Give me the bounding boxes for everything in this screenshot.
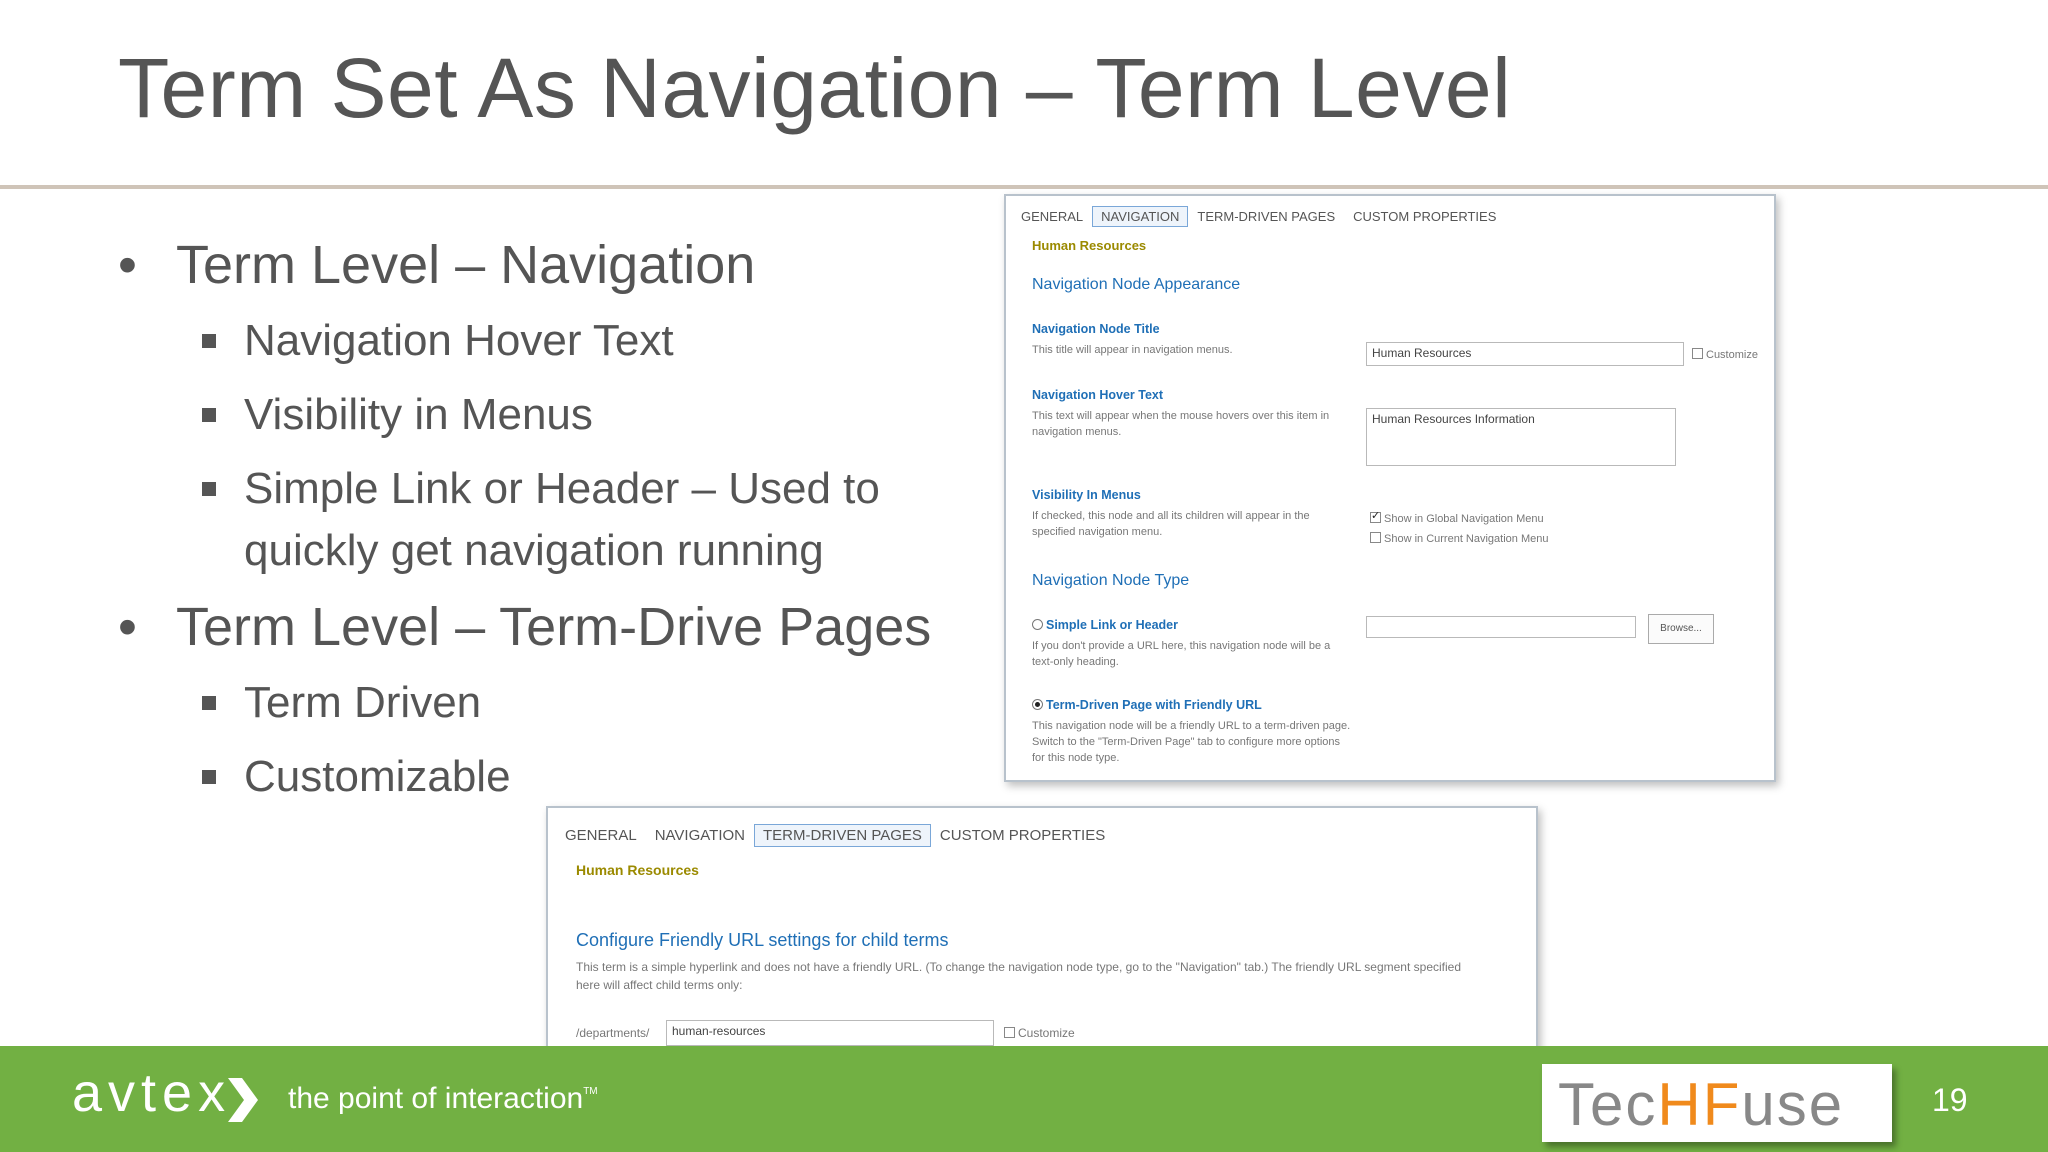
field-label: Navigation Hover Text <box>1032 388 1164 402</box>
bullet-level2: Visibility in Menus <box>202 384 938 446</box>
slide-title: Term Set As Navigation – Term Level <box>118 41 1512 135</box>
tab-general[interactable]: GENERAL <box>556 824 646 847</box>
radio-icon <box>1032 619 1043 630</box>
checkbox-icon <box>1692 348 1703 359</box>
section-heading: Navigation Node Type <box>1032 572 1190 589</box>
hover-text-input[interactable]: Human Resources Information <box>1366 408 1676 466</box>
field-label: Navigation Node Title <box>1032 322 1160 336</box>
page-number: 19 <box>1932 1082 1968 1118</box>
bullet-level2: Customizable <box>202 746 938 808</box>
field-description: If you don't provide a URL here, this na… <box>1032 640 1331 668</box>
square-bullet-icon <box>202 482 216 496</box>
term-driven-radio[interactable]: Term-Driven Page with Friendly URL <box>1032 698 1262 712</box>
avtex-logo: avtex <box>72 1063 232 1123</box>
show-current-nav-checkbox[interactable]: Show in Current Navigation Menu <box>1370 532 1548 545</box>
square-bullet-icon <box>202 770 216 784</box>
field-label: Visibility In Menus <box>1032 488 1141 502</box>
friendly-url-input[interactable]: human-resources <box>666 1020 994 1046</box>
footer-bar: avtex the point of interactionTM TecHFus… <box>0 1046 2048 1152</box>
techfuse-logo: TecHFuse <box>1542 1064 1892 1142</box>
tagline: the point of interactionTM <box>288 1082 598 1115</box>
field-description: This navigation node will be a friendly … <box>1032 720 1351 764</box>
section-heading: Navigation Node Appearance <box>1032 276 1241 293</box>
bullet-list: Term Level – Navigation Navigation Hover… <box>118 232 938 820</box>
chevron-right-icon <box>228 1078 258 1122</box>
url-prefix: /departments/ <box>576 1026 650 1040</box>
tab-general[interactable]: GENERAL <box>1012 206 1092 227</box>
customize-checkbox[interactable]: Customize <box>1004 1026 1075 1040</box>
bullet-level1: Term Level – Navigation <box>118 232 938 298</box>
tab-bar: GENERAL NAVIGATION TERM-DRIVEN PAGES CUS… <box>1012 206 1505 227</box>
field-description: If checked, this node and all its childr… <box>1032 510 1310 538</box>
section-heading: Configure Friendly URL settings for chil… <box>576 930 949 950</box>
square-bullet-icon <box>202 408 216 422</box>
checkbox-checked-icon <box>1370 509 1381 523</box>
simple-link-radio[interactable]: Simple Link or Header <box>1032 618 1178 632</box>
term-driven-pages-panel: GENERAL NAVIGATION TERM-DRIVEN PAGES CUS… <box>546 806 1538 1076</box>
section-description: This term is a simple hyperlink and does… <box>576 960 1462 992</box>
tab-term-driven-pages[interactable]: TERM-DRIVEN PAGES <box>754 824 931 847</box>
bullet-level2: Simple Link or Header – Used to quickly … <box>202 458 944 582</box>
techfuse-logo-text: TecHFuse <box>1558 1071 1845 1138</box>
browse-button[interactable]: Browse... <box>1648 614 1714 644</box>
bullet-level2: Term Driven <box>202 672 938 734</box>
square-bullet-icon <box>202 334 216 348</box>
tab-bar: GENERAL NAVIGATION TERM-DRIVEN PAGES CUS… <box>556 824 1114 847</box>
field-description: This text will appear when the mouse hov… <box>1032 410 1330 438</box>
tab-navigation[interactable]: NAVIGATION <box>1092 206 1189 227</box>
simple-link-url-input[interactable] <box>1366 616 1636 638</box>
term-name: Human Resources <box>1032 238 1147 253</box>
tab-term-driven-pages[interactable]: TERM-DRIVEN PAGES <box>1188 206 1344 227</box>
title-divider <box>0 185 2048 189</box>
tab-custom-properties[interactable]: CUSTOM PROPERTIES <box>1344 206 1505 227</box>
term-name: Human Resources <box>576 862 699 878</box>
radio-selected-icon <box>1032 699 1043 710</box>
node-title-input[interactable]: Human Resources <box>1366 342 1684 366</box>
navigation-settings-panel: GENERAL NAVIGATION TERM-DRIVEN PAGES CUS… <box>1004 194 1776 782</box>
checkbox-icon <box>1370 532 1381 543</box>
show-global-nav-checkbox[interactable]: Show in Global Navigation Menu <box>1370 509 1544 525</box>
checkbox-icon <box>1004 1027 1015 1038</box>
tab-custom-properties[interactable]: CUSTOM PROPERTIES <box>931 824 1114 847</box>
customize-checkbox[interactable]: Customize <box>1692 348 1758 361</box>
field-description: This title will appear in navigation men… <box>1032 344 1233 356</box>
bullet-level2: Navigation Hover Text <box>202 310 938 372</box>
tab-navigation[interactable]: NAVIGATION <box>646 824 754 847</box>
bullet-level1: Term Level – Term-Drive Pages <box>118 594 938 660</box>
square-bullet-icon <box>202 696 216 710</box>
